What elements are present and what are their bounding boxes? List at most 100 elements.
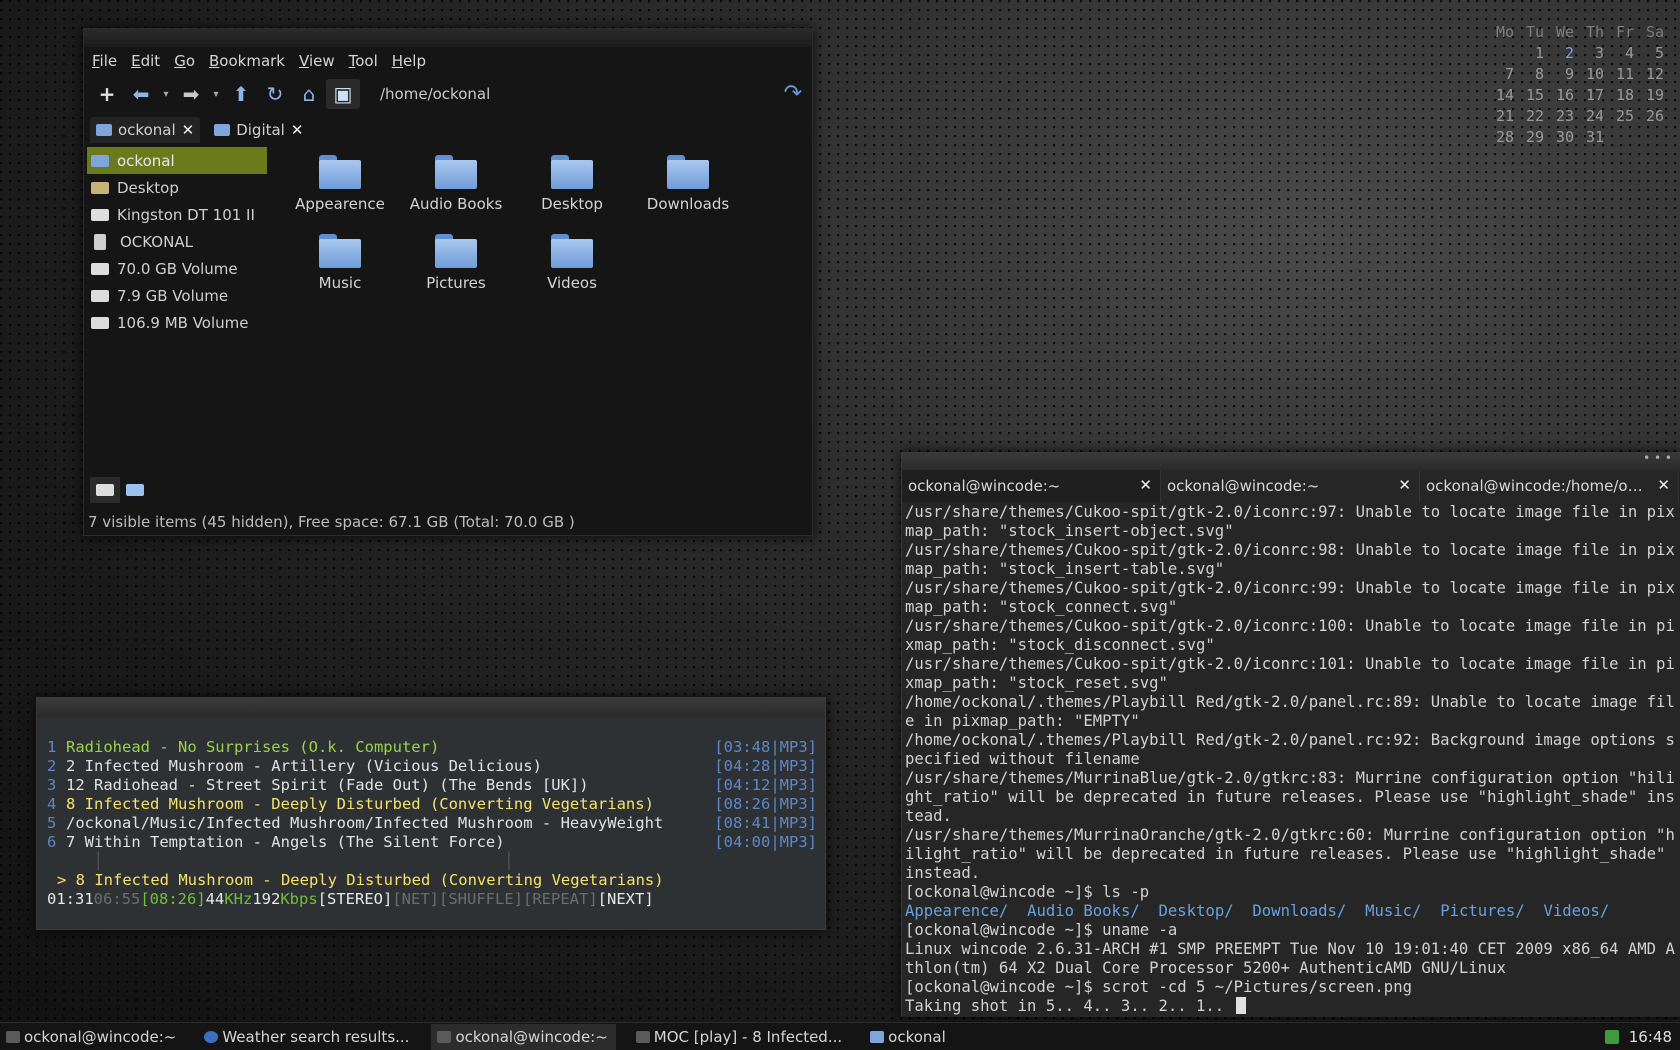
forward-icon[interactable]: ➡: [174, 79, 208, 109]
home-icon[interactable]: ⌂: [292, 79, 326, 109]
track-number: 1: [47, 738, 57, 756]
terminal-output[interactable]: /usr/share/themes/Cukoo-spit/gtk-2.0/ico…: [902, 502, 1680, 1017]
terminal-titlebar[interactable]: • • •: [902, 452, 1680, 470]
separator: │ │: [47, 852, 514, 870]
playlist-row[interactable]: 2 2 Infected Mushroom - Artillery (Viciou…: [47, 757, 817, 776]
sidebar-item[interactable]: ockonal: [87, 147, 267, 174]
folder-icon: [435, 155, 477, 189]
go-icon[interactable]: ↷: [784, 81, 802, 106]
menu-tool[interactable]: Tool: [349, 52, 378, 70]
playlist-row[interactable]: 1 Radiohead - No Surprises (O.k. Computer…: [47, 738, 817, 757]
sidebar-item[interactable]: Desktop: [87, 174, 265, 201]
up-icon[interactable]: ⬆: [224, 79, 258, 109]
folder-item[interactable]: Appearence: [282, 151, 398, 230]
menu-edit[interactable]: Edit: [131, 52, 160, 70]
playlist-row[interactable]: 6 7 Within Temptation - Angels (The Silen…: [47, 833, 817, 852]
calendar-weekdays: Mo Tu We Th Fr Sa: [1486, 22, 1666, 43]
playlist-row[interactable]: 4 8 Infected Mushroom - Deeply Disturbed …: [47, 795, 817, 814]
calendar-day: 9: [1564, 65, 1574, 83]
home-folder-icon: [91, 154, 109, 167]
location-path[interactable]: /home/ockonal: [380, 85, 490, 103]
terminal-line: /usr/share/themes/MurrinaBlue/gtk-2.0/gt…: [905, 769, 1675, 825]
terminal-tab[interactable]: ockonal@wincode:~ ✕: [902, 470, 1161, 502]
folder-item[interactable]: Downloads: [630, 151, 746, 230]
folder-item[interactable]: Audio Books: [398, 151, 514, 230]
menu-go[interactable]: Go: [174, 52, 195, 70]
ls-output: Appearence/ Audio Books/ Desktop/ Downlo…: [905, 902, 1677, 921]
terminal-line: /usr/share/themes/Cukoo-spit/gtk-2.0/ico…: [905, 655, 1675, 692]
taskbar-task[interactable]: ockonal: [864, 1024, 954, 1050]
file-manager-titlebar[interactable]: [84, 29, 812, 47]
task-label: ockonal@wincode:~: [455, 1027, 608, 1046]
calendar-day: [1606, 127, 1636, 148]
terminal-tab-label: ockonal@wincode:~: [1167, 477, 1320, 495]
tree-mode-button[interactable]: [120, 477, 150, 503]
close-icon[interactable]: ✕: [182, 121, 195, 139]
playlist-row[interactable]: 5/ockonal/Music/Infected Mushroom/Infect…: [47, 814, 817, 833]
terminal-line: /usr/share/themes/Cukoo-spit/gtk-2.0/ico…: [905, 541, 1675, 578]
sidebar-item[interactable]: 70.0 GB Volume: [87, 255, 265, 282]
terminal-line: /usr/share/themes/Cukoo-spit/gtk-2.0/ico…: [905, 579, 1675, 616]
sample-rate: 44: [205, 890, 225, 908]
sidebar-item[interactable]: 7.9 GB Volume: [87, 282, 265, 309]
sidebar-item[interactable]: 106.9 MB Volume: [87, 309, 265, 336]
new-tab-icon[interactable]: +: [90, 79, 124, 109]
tab-digital[interactable]: Digital ✕: [208, 117, 309, 143]
folder-item[interactable]: Videos: [514, 230, 630, 309]
sidebar-item-label: Desktop: [117, 178, 179, 197]
track-number: 6: [47, 833, 57, 851]
close-icon[interactable]: ✕: [291, 121, 304, 139]
tab-ockonal[interactable]: ockonal ✕: [90, 117, 201, 143]
back-history-dropdown-icon[interactable]: ▾: [158, 79, 174, 109]
close-icon[interactable]: ✕: [1657, 476, 1670, 494]
refresh-icon[interactable]: ↻: [258, 79, 292, 109]
folder-item[interactable]: Pictures: [398, 230, 514, 309]
close-icon[interactable]: ✕: [1398, 476, 1411, 494]
places-mode-button[interactable]: [90, 477, 120, 503]
terminal-line: /home/ockonal/.themes/Playbill Red/gtk-2…: [905, 731, 1675, 768]
track-title: 8 Infected Mushroom - Deeply Disturbed (…: [66, 795, 654, 813]
directory-entry: Audio Books/: [1027, 902, 1140, 920]
folder-icon: [319, 155, 361, 189]
forward-history-dropdown-icon[interactable]: ▾: [208, 79, 224, 109]
taskbar-task[interactable]: ockonal@wincode:~: [0, 1024, 184, 1050]
repeat-flag: [REPEAT]: [523, 890, 598, 908]
back-icon[interactable]: ⬅: [124, 79, 158, 109]
menu-file[interactable]: File: [92, 52, 117, 70]
menu-bookmark[interactable]: Bookmark: [209, 52, 285, 70]
folder-item[interactable]: Music: [282, 230, 398, 309]
calendar-day: 28: [1495, 128, 1514, 146]
computer-icon[interactable]: ▣: [326, 79, 360, 109]
network-icon[interactable]: [1604, 1029, 1619, 1044]
moc-titlebar[interactable]: [37, 698, 825, 718]
calendar-day: 3: [1594, 44, 1604, 62]
taskbar-task[interactable]: MOC [play] - 8 Infected...: [630, 1024, 850, 1050]
close-icon[interactable]: ✕: [1139, 476, 1152, 494]
menu-view[interactable]: View: [299, 52, 335, 70]
drive-icon: [91, 208, 109, 221]
terminal-tab[interactable]: ockonal@wincode:/home/ock... ✕: [1420, 470, 1679, 502]
calendar-day: 12: [1645, 65, 1664, 83]
folder-icon: [667, 155, 709, 189]
track-number: 2: [47, 757, 57, 775]
drive-icon: [91, 289, 109, 302]
shuffle-flag: [SHUFFLE]: [439, 890, 523, 908]
sidebar-item[interactable]: OCKONAL: [87, 228, 265, 255]
clock[interactable]: 16:48: [1629, 1028, 1672, 1046]
taskbar-task[interactable]: ockonal@wincode:~: [431, 1023, 616, 1050]
terminal-tab-label: ockonal@wincode:/home/ock...: [1426, 477, 1650, 495]
computer-icon: [126, 484, 144, 496]
folder-item[interactable]: Desktop: [514, 151, 630, 230]
tab-label: ockonal: [118, 121, 176, 139]
menu-help[interactable]: Help: [392, 52, 426, 70]
track-title: 2 Infected Mushroom - Artillery (Vicious…: [66, 757, 542, 775]
sidebar-item[interactable]: Kingston DT 101 II: [87, 201, 265, 228]
terminal-tab[interactable]: ockonal@wincode:~ ✕: [1161, 470, 1420, 502]
folder-label: Audio Books: [409, 195, 503, 213]
net-flag: [NET]: [392, 890, 439, 908]
folder-label: Appearence: [295, 195, 385, 213]
calendar-day: 25: [1615, 107, 1634, 125]
calendar-week: 21 22 23 24 25 26: [1486, 106, 1666, 127]
taskbar-task[interactable]: Weather search results...: [198, 1024, 417, 1050]
playlist-row[interactable]: 3 12 Radiohead - Street Spirit (Fade Out)…: [47, 776, 817, 795]
